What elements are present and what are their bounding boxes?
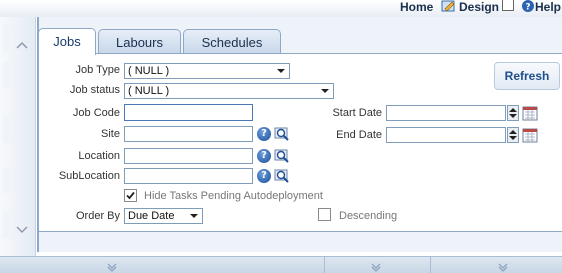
- bottom-divider: [324, 257, 325, 273]
- site-help-icon[interactable]: ?: [257, 127, 271, 141]
- dropdown-arrow-icon: [190, 214, 198, 218]
- descending-label: Descending: [339, 210, 398, 222]
- design-checkbox[interactable]: [502, 0, 514, 11]
- bottom-bar: [0, 256, 562, 273]
- location-help-icon[interactable]: ?: [257, 149, 271, 163]
- end-date-spin[interactable]: [507, 127, 519, 143]
- hide-tasks-label: Hide Tasks Pending Autodeployment: [144, 190, 323, 202]
- location-lookup-icon[interactable]: [274, 148, 290, 164]
- help-link[interactable]: Help: [535, 0, 561, 14]
- dropdown-arrow-icon: [321, 89, 329, 93]
- job-code-label: Job Code: [72, 107, 120, 119]
- sublocation-help-icon[interactable]: ?: [257, 169, 271, 183]
- checkmark-icon: [126, 191, 135, 200]
- start-date-input[interactable]: [386, 105, 506, 121]
- expand-down-icon[interactable]: [370, 262, 382, 272]
- location-input[interactable]: [124, 148, 253, 164]
- chevron-down-icon[interactable]: [15, 222, 29, 236]
- rail-stub: [3, 62, 9, 88]
- home-link[interactable]: Home: [400, 0, 433, 14]
- help-circle-icon[interactable]: ?: [521, 0, 535, 14]
- dropdown-arrow-icon: [277, 69, 285, 73]
- start-date-label: Start Date: [332, 107, 382, 119]
- hide-tasks-checkbox[interactable]: [124, 189, 137, 202]
- site-lookup-icon[interactable]: [274, 126, 290, 142]
- job-status-value: ( NULL ): [128, 85, 170, 97]
- end-date-input[interactable]: [386, 127, 506, 143]
- site-label: Site: [101, 128, 120, 140]
- tab-labours[interactable]: Labours: [98, 29, 181, 55]
- end-date-calendar-icon[interactable]: [522, 127, 538, 143]
- top-bar: Home Design ? Help: [0, 0, 562, 17]
- order-by-value: Due Date: [128, 210, 175, 222]
- chevron-up-icon[interactable]: [15, 39, 29, 53]
- sublocation-lookup-icon[interactable]: [274, 168, 290, 184]
- refresh-button[interactable]: Refresh: [494, 62, 560, 90]
- sublocation-input[interactable]: [124, 168, 253, 184]
- start-date-calendar-icon[interactable]: [522, 105, 538, 121]
- bottom-divider: [430, 257, 431, 273]
- job-status-label: Job status: [69, 84, 120, 96]
- sublocation-label: SubLocation: [58, 170, 120, 182]
- order-by-label: Order By: [75, 210, 120, 222]
- left-rail: [0, 17, 36, 256]
- rail-stub: [3, 212, 9, 238]
- expand-down-icon[interactable]: [106, 262, 118, 272]
- tab-schedules[interactable]: Schedules: [183, 29, 281, 55]
- rail-stub: [3, 117, 9, 143]
- job-type-select[interactable]: ( NULL ): [124, 63, 290, 79]
- start-date-spin[interactable]: [507, 105, 519, 121]
- rail-stub: [3, 25, 9, 51]
- job-code-input[interactable]: [124, 104, 253, 121]
- job-type-value: ( NULL ): [128, 65, 170, 77]
- expand-down-icon[interactable]: [497, 262, 509, 272]
- spin-icon: [509, 130, 517, 140]
- job-type-label: Job Type: [75, 64, 120, 76]
- rail-stub: [3, 167, 9, 193]
- design-icon[interactable]: [441, 0, 457, 14]
- spin-icon: [509, 108, 517, 118]
- job-status-select[interactable]: ( NULL ): [124, 83, 334, 99]
- svg-text:?: ?: [525, 3, 530, 13]
- tab-jobs[interactable]: Jobs: [38, 28, 96, 55]
- site-input[interactable]: [124, 126, 253, 142]
- descending-checkbox[interactable]: [318, 208, 331, 221]
- location-label: Location: [78, 150, 120, 162]
- order-by-select[interactable]: Due Date: [124, 208, 203, 224]
- design-link[interactable]: Design: [459, 0, 499, 14]
- end-date-label: End Date: [336, 129, 382, 141]
